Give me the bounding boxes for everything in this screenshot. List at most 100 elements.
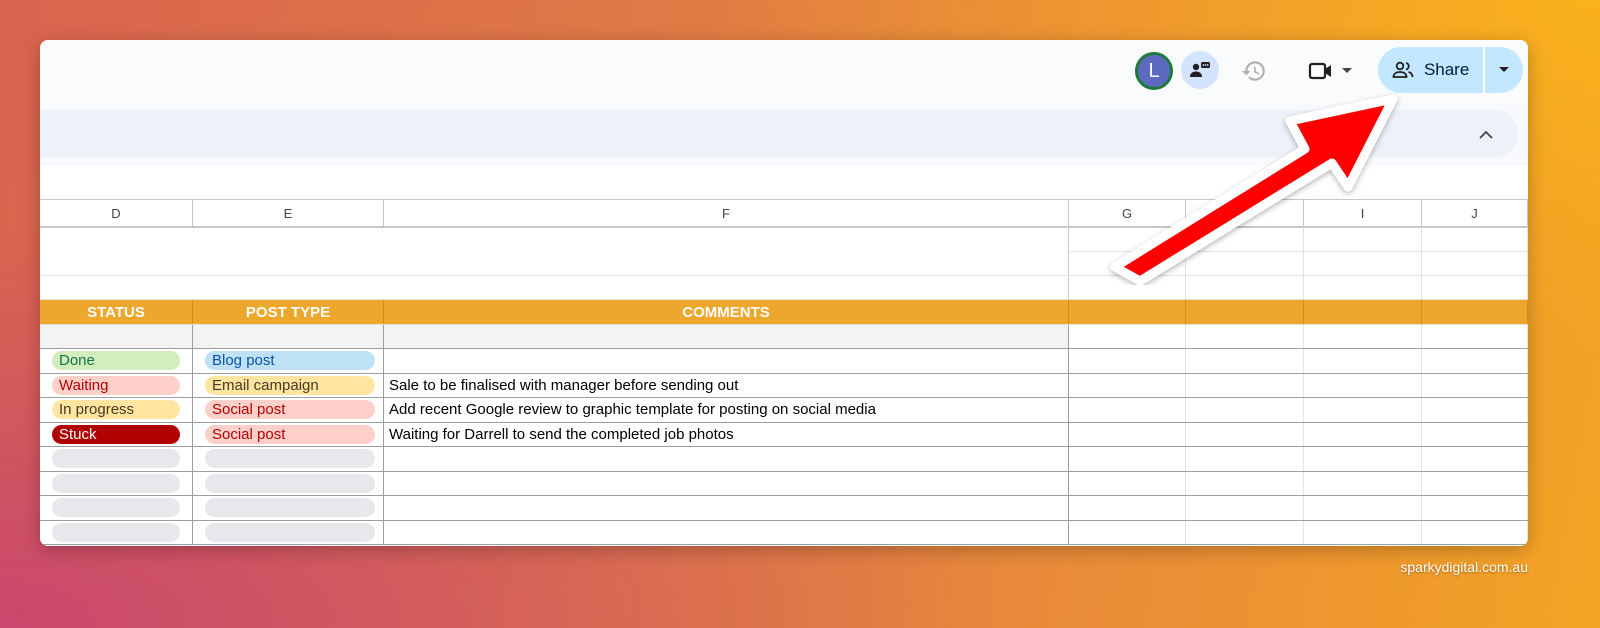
comment-text: Sale to be finalised with manager before…	[389, 376, 739, 394]
cell[interactable]	[1186, 300, 1304, 324]
cell[interactable]	[1186, 398, 1304, 422]
cell[interactable]	[1422, 325, 1528, 348]
cell[interactable]	[1422, 447, 1528, 471]
cell[interactable]	[1422, 520, 1528, 544]
post-type-cell[interactable]: Email campaign	[193, 373, 384, 397]
cell[interactable]	[1422, 252, 1528, 275]
cell[interactable]	[1186, 447, 1304, 471]
post-type-cell[interactable]: Social post	[193, 398, 384, 422]
cell[interactable]	[384, 325, 1069, 348]
cell[interactable]	[193, 325, 384, 348]
column-header-e[interactable]: E	[193, 200, 384, 227]
post-type-chip[interactable]	[205, 498, 375, 518]
cell[interactable]	[1186, 373, 1304, 397]
cell[interactable]	[1422, 300, 1528, 324]
post-type-chip[interactable]: Social post	[205, 400, 375, 420]
cell[interactable]	[1069, 471, 1186, 495]
post-type-chip[interactable]	[205, 522, 375, 542]
status-cell[interactable]: Waiting	[40, 373, 193, 397]
post-type-chip[interactable]	[205, 473, 375, 493]
cell[interactable]	[1304, 325, 1422, 348]
status-chip[interactable]: Stuck	[52, 424, 180, 444]
status-cell[interactable]	[40, 471, 193, 495]
cell[interactable]	[1422, 349, 1528, 373]
column-header-f[interactable]: F	[384, 200, 1069, 227]
status-chip[interactable]	[52, 473, 180, 493]
comment-cell[interactable]	[384, 349, 1069, 373]
cell[interactable]	[1069, 300, 1186, 324]
column-header-d[interactable]: D	[40, 200, 193, 227]
comment-cell[interactable]: Waiting for Darrell to send the complete…	[384, 422, 1069, 446]
status-chip[interactable]	[52, 449, 180, 469]
cell[interactable]	[1304, 520, 1422, 544]
status-chip[interactable]	[52, 498, 180, 518]
cell[interactable]	[1069, 447, 1186, 471]
status-cell[interactable]	[40, 520, 193, 544]
status-cell[interactable]	[40, 447, 193, 471]
cell[interactable]	[1069, 325, 1186, 348]
cell[interactable]	[1304, 398, 1422, 422]
status-chip[interactable]	[52, 522, 180, 542]
cell[interactable]	[1304, 349, 1422, 373]
hide-menus-button[interactable]	[1474, 122, 1498, 146]
status-cell[interactable]: Done	[40, 349, 193, 373]
post-type-chip[interactable]: Email campaign	[205, 375, 375, 395]
comment-cell[interactable]	[384, 471, 1069, 495]
table-row: Done Blog post	[40, 349, 1528, 374]
cell[interactable]	[1186, 520, 1304, 544]
cell[interactable]	[1422, 276, 1528, 299]
status-chip[interactable]: Done	[52, 351, 180, 371]
cell[interactable]	[1422, 228, 1528, 251]
cell[interactable]	[1069, 496, 1186, 520]
cell[interactable]	[1304, 373, 1422, 397]
cell[interactable]	[1186, 496, 1304, 520]
cell[interactable]	[1069, 422, 1186, 446]
post-type-cell[interactable]: Social post	[193, 422, 384, 446]
post-type-chip[interactable]: Blog post	[205, 351, 375, 371]
cell[interactable]	[1304, 422, 1422, 446]
cell[interactable]	[1069, 349, 1186, 373]
cell[interactable]	[1422, 496, 1528, 520]
table-header-status[interactable]: STATUS	[40, 300, 193, 324]
table-header-post-type[interactable]: POST TYPE	[193, 300, 384, 324]
cell[interactable]	[1186, 422, 1304, 446]
cell[interactable]	[1422, 422, 1528, 446]
cell[interactable]	[1186, 349, 1304, 373]
table-header-comments[interactable]: COMMENTS	[384, 300, 1069, 324]
post-type-cell[interactable]: Blog post	[193, 349, 384, 373]
cell[interactable]	[1069, 373, 1186, 397]
cell[interactable]	[1304, 471, 1422, 495]
post-type-cell[interactable]	[193, 520, 384, 544]
status-chip[interactable]: Waiting	[52, 375, 180, 395]
cell[interactable]	[1186, 471, 1304, 495]
status-cell[interactable]: Stuck	[40, 422, 193, 446]
post-type-cell[interactable]	[193, 447, 384, 471]
column-header-j[interactable]: J	[1422, 200, 1528, 227]
cell[interactable]	[1304, 447, 1422, 471]
cell[interactable]	[1304, 300, 1422, 324]
cell[interactable]	[40, 325, 193, 348]
comment-cell[interactable]: Sale to be finalised with manager before…	[384, 373, 1069, 397]
comment-cell[interactable]	[384, 520, 1069, 544]
comment-cell[interactable]: Add recent Google review to graphic temp…	[384, 398, 1069, 422]
cell[interactable]	[1422, 373, 1528, 397]
cell[interactable]	[1069, 520, 1186, 544]
comment-cell[interactable]	[384, 447, 1069, 471]
cell[interactable]	[1186, 325, 1304, 348]
post-type-chip[interactable]	[205, 449, 375, 469]
post-type-cell[interactable]	[193, 471, 384, 495]
status-chip[interactable]: In progress	[52, 400, 180, 420]
share-options-button[interactable]	[1485, 47, 1523, 93]
version-history-button[interactable]	[1236, 53, 1272, 89]
cell[interactable]	[1069, 398, 1186, 422]
status-cell[interactable]	[40, 496, 193, 520]
cell[interactable]	[1304, 496, 1422, 520]
post-type-chip[interactable]: Social post	[205, 424, 375, 444]
chat-button[interactable]	[1181, 51, 1219, 89]
post-type-cell[interactable]	[193, 496, 384, 520]
status-cell[interactable]: In progress	[40, 398, 193, 422]
cell[interactable]	[1422, 398, 1528, 422]
meet-button[interactable]	[1302, 53, 1358, 89]
comment-cell[interactable]	[384, 496, 1069, 520]
cell[interactable]	[1422, 471, 1528, 495]
